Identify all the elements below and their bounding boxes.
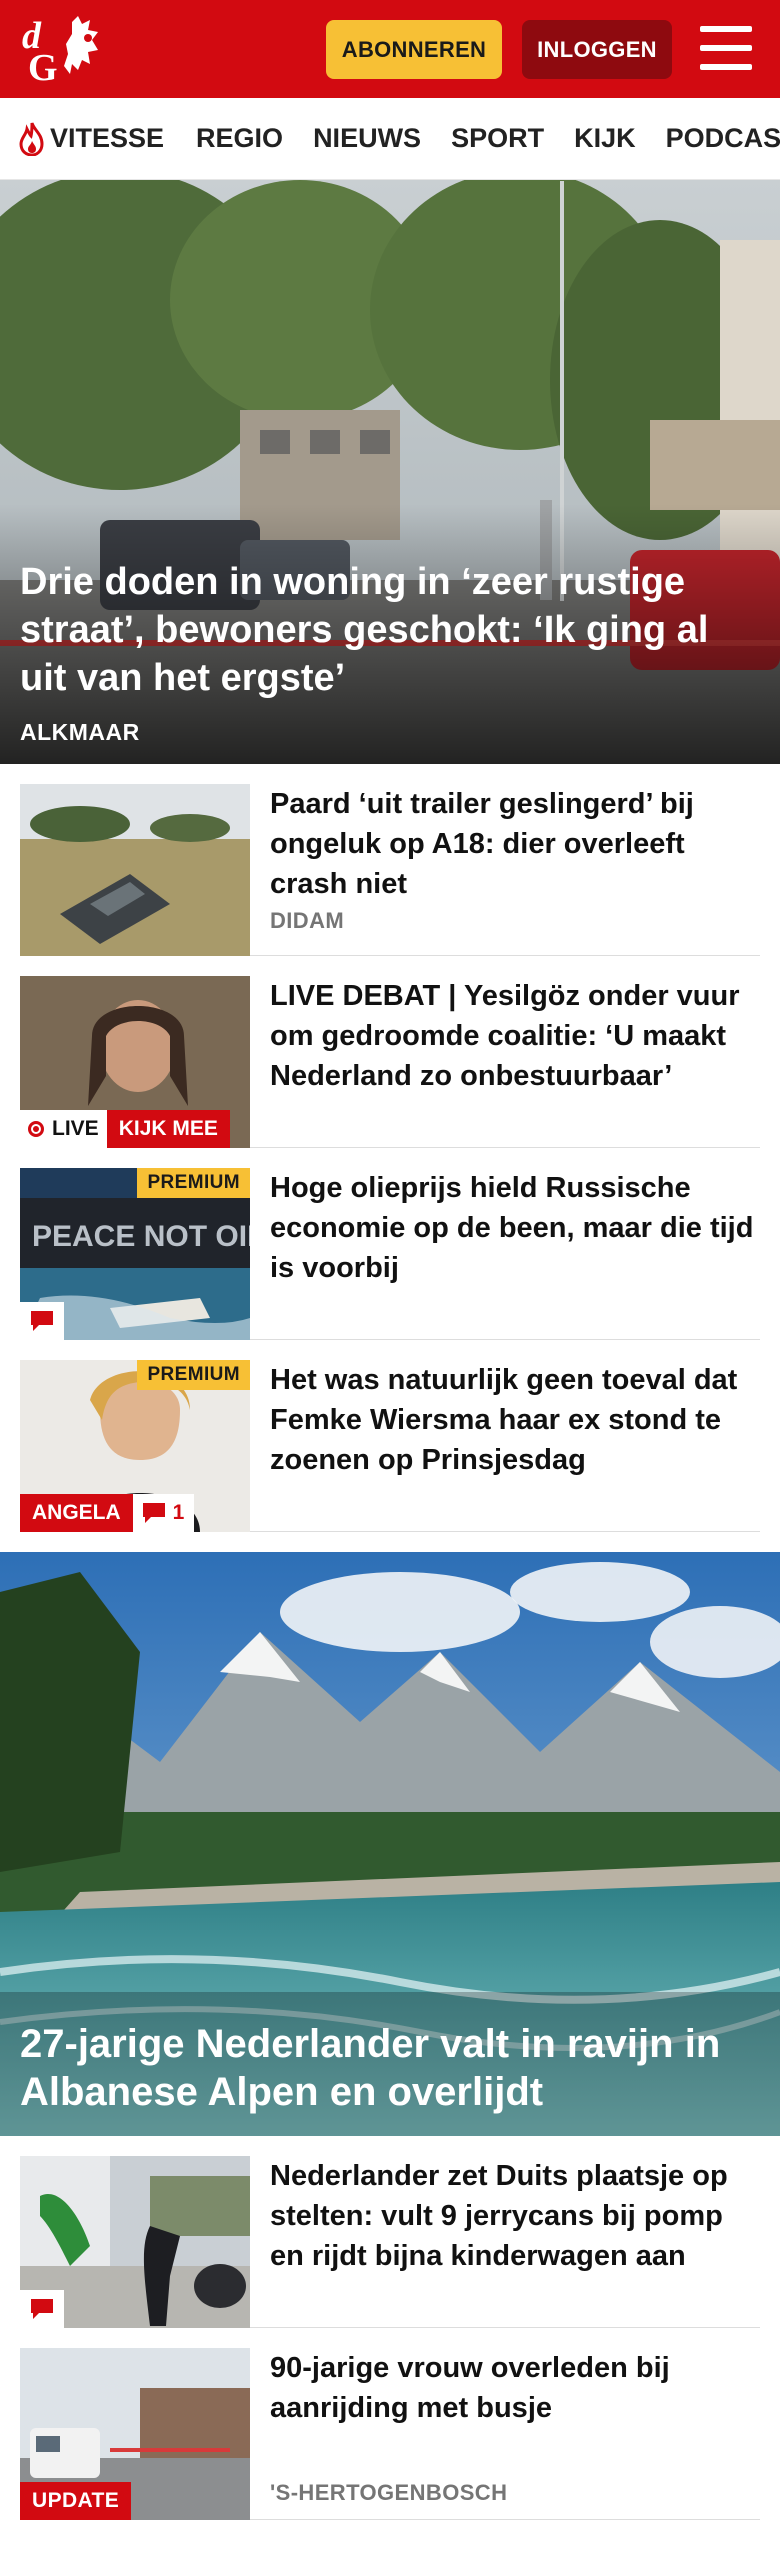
watch-button[interactable]: KIJK MEE bbox=[106, 1110, 230, 1148]
update-badge: UPDATE bbox=[20, 2482, 132, 2520]
article-thumbnail: PEACE NOT OIL PREMIUM bbox=[20, 1168, 250, 1340]
login-button[interactable]: INLOGGEN bbox=[522, 20, 672, 79]
article-title[interactable]: Hoge olieprijs hield Russische economie … bbox=[270, 1168, 760, 1288]
thumbnail-banner-text: PEACE NOT OIL bbox=[32, 1220, 250, 1253]
author-label: ANGELA bbox=[20, 1494, 133, 1532]
article-title[interactable]: Het was natuurlijk geen toeval dat Femke… bbox=[270, 1360, 760, 1480]
nav-label: VITESSE bbox=[50, 123, 165, 153]
hero2-title[interactable]: 27-jarige Nederlander valt in ravijn in … bbox=[20, 2020, 760, 2116]
article-title[interactable]: LIVE DEBAT | Yesilgöz onder vuur om gedr… bbox=[270, 976, 760, 1096]
article-location: 'S-HERTOGENBOSCH bbox=[270, 2480, 508, 2505]
comment-count: 1 bbox=[172, 1501, 185, 1524]
article-title[interactable]: Nederlander zet Duits plaatsje op stelte… bbox=[270, 2156, 760, 2276]
comment-icon bbox=[142, 1503, 165, 1523]
nav-item-vitesse[interactable]: VITESSE bbox=[18, 121, 165, 156]
live-label: LIVE bbox=[52, 1117, 99, 1140]
article-thumbnail: UPDATE bbox=[20, 2348, 250, 2520]
comment-chip[interactable] bbox=[20, 2290, 64, 2328]
comment-icon bbox=[31, 2299, 53, 2319]
dg-logo-icon[interactable]: d G bbox=[22, 14, 118, 84]
comment-count-chip[interactable]: 1 bbox=[132, 1494, 195, 1532]
nav-item-podcast[interactable]: PODCAST bbox=[666, 123, 780, 154]
comment-icon bbox=[31, 1311, 53, 1331]
subscribe-button[interactable]: ABONNEREN bbox=[326, 20, 502, 79]
article-title[interactable]: Paard ‘uit trailer geslingerd’ bij ongel… bbox=[270, 784, 760, 904]
hero-article-2[interactable]: 27-jarige Nederlander valt in ravijn in … bbox=[0, 1552, 780, 2136]
premium-badge: PREMIUM bbox=[137, 1360, 250, 1390]
article-item[interactable]: PEACE NOT OIL PREMIUM Hoge olieprijs hie… bbox=[20, 1148, 760, 1340]
flame-icon bbox=[19, 121, 44, 156]
article-item[interactable]: PREMIUM ANGELA 1 Het was natuurlijk geen… bbox=[20, 1340, 760, 1532]
hero-location: ALKMAAR bbox=[20, 719, 140, 745]
article-item[interactable]: LIVE KIJK MEE LIVE DEBAT | Yesilgöz onde… bbox=[20, 956, 760, 1148]
article-item[interactable]: Nederlander zet Duits plaatsje op stelte… bbox=[20, 2136, 760, 2328]
column-badge[interactable]: ANGELA 1 bbox=[20, 1494, 195, 1532]
section-nav: VITESSE REGIO NIEUWS SPORT KIJK PODCAST bbox=[0, 98, 780, 180]
article-item[interactable]: Paard ‘uit trailer geslingerd’ bij ongel… bbox=[20, 764, 760, 956]
hero-title[interactable]: Drie doden in woning in ‘zeer rustige st… bbox=[20, 558, 760, 702]
article-thumbnail bbox=[20, 784, 250, 956]
hero-article[interactable]: Drie doden in woning in ‘zeer rustige st… bbox=[0, 180, 780, 764]
premium-badge: PREMIUM bbox=[137, 1168, 250, 1198]
live-badge[interactable]: LIVE KIJK MEE bbox=[20, 1110, 230, 1148]
live-dot-icon bbox=[28, 1121, 44, 1137]
nav-item-regio[interactable]: REGIO bbox=[196, 123, 283, 154]
comment-chip[interactable] bbox=[20, 1302, 64, 1340]
article-thumbnail: PREMIUM ANGELA 1 bbox=[20, 1360, 250, 1532]
nav-item-sport[interactable]: SPORT bbox=[451, 123, 544, 154]
article-thumbnail: LIVE KIJK MEE bbox=[20, 976, 250, 1148]
nav-item-nieuws[interactable]: NIEUWS bbox=[313, 123, 421, 154]
top-header: d G ABONNEREN INLOGGEN bbox=[0, 0, 780, 98]
hamburger-menu-icon[interactable] bbox=[700, 26, 752, 72]
svg-text:G: G bbox=[28, 47, 58, 84]
article-title[interactable]: 90-jarige vrouw overleden bij aanrijding… bbox=[270, 2348, 760, 2428]
article-item[interactable]: UPDATE 90-jarige vrouw overleden bij aan… bbox=[20, 2328, 760, 2520]
nav-item-kijk[interactable]: KIJK bbox=[574, 123, 636, 154]
article-thumbnail bbox=[20, 2156, 250, 2328]
article-location: DIDAM bbox=[270, 908, 345, 933]
